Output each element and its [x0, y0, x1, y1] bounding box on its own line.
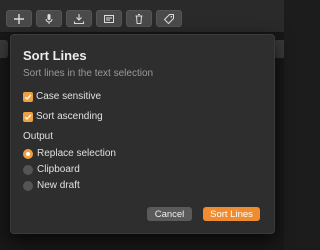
dialog-title: Sort Lines — [23, 48, 87, 63]
left-panel-handle[interactable] — [0, 40, 8, 58]
output-new-draft[interactable]: New draft — [23, 180, 80, 191]
sort-lines-dialog: Sort Lines Sort lines in the text select… — [10, 34, 275, 234]
download-icon[interactable] — [66, 10, 92, 27]
trash-icon[interactable] — [126, 10, 152, 27]
case-sensitive-option[interactable]: Case sensitive — [23, 91, 101, 102]
plus-icon[interactable] — [6, 10, 32, 27]
tag-icon[interactable] — [156, 10, 182, 27]
clipboard-radio[interactable] — [23, 164, 33, 175]
right-panel-handle[interactable] — [274, 40, 284, 58]
cancel-button[interactable]: Cancel — [147, 207, 192, 221]
new-draft-label: New draft — [37, 180, 80, 191]
sort-ascending-label: Sort ascending — [36, 111, 103, 122]
case-sensitive-label: Case sensitive — [36, 91, 102, 102]
new-draft-radio[interactable] — [23, 180, 33, 191]
dialog-subtitle: Sort lines in the text selection — [23, 68, 154, 79]
output-clipboard[interactable]: Clipboard — [23, 164, 80, 175]
replace-selection-label: Replace selection — [37, 148, 116, 159]
card-icon[interactable] — [96, 10, 122, 27]
microphone-icon[interactable] — [36, 10, 62, 27]
clipboard-label: Clipboard — [37, 164, 80, 175]
output-label: Output — [23, 131, 54, 142]
sort-ascending-checkbox[interactable] — [23, 111, 33, 122]
toolbar — [0, 0, 284, 33]
case-sensitive-checkbox[interactable] — [23, 91, 33, 102]
replace-selection-radio[interactable] — [23, 148, 33, 159]
output-replace-selection[interactable]: Replace selection — [23, 148, 116, 159]
sort-lines-button[interactable]: Sort Lines — [203, 207, 260, 221]
sort-ascending-option[interactable]: Sort ascending — [23, 111, 103, 122]
